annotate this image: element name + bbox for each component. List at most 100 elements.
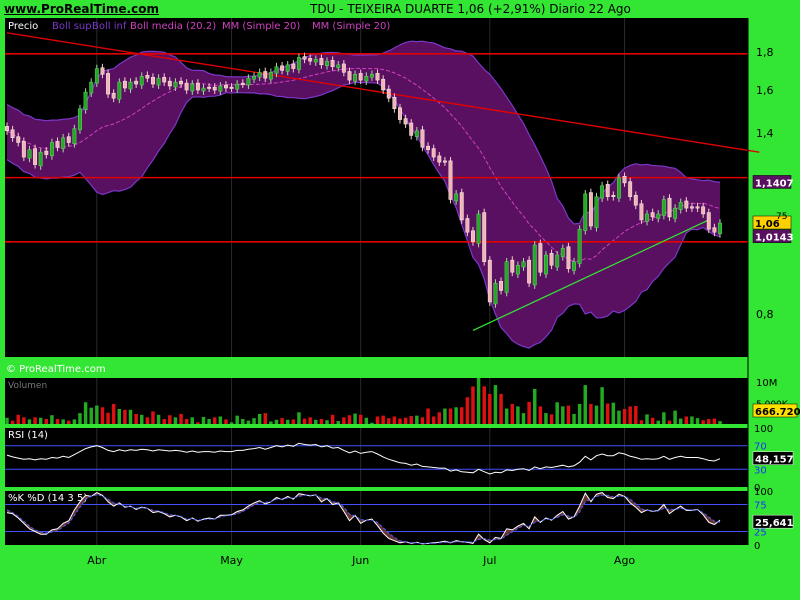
- last-price-suffix: 75: [776, 212, 787, 222]
- volume-bar: [16, 414, 20, 424]
- volume-bar: [162, 418, 166, 424]
- candle-body: [83, 91, 88, 111]
- volume-bar: [690, 416, 694, 424]
- candle-body: [701, 206, 706, 215]
- candle-body: [94, 68, 99, 84]
- rsi-tick-label: 30: [754, 465, 767, 476]
- candle-body: [257, 72, 262, 78]
- x-tick-label: Jun: [351, 554, 369, 567]
- candle-body: [661, 199, 666, 216]
- volume-bar: [583, 385, 588, 424]
- candle-body: [128, 81, 133, 90]
- stoch-tick-label: 75: [754, 501, 767, 512]
- legend-item: Boll inf: [92, 21, 127, 32]
- x-tick-label: Abr: [87, 554, 107, 567]
- candle-body: [572, 261, 576, 271]
- candle-body: [212, 86, 217, 91]
- volume-bar: [650, 417, 655, 424]
- volume-bar: [364, 417, 369, 424]
- candle-body: [72, 128, 77, 144]
- volume-bar: [207, 418, 211, 424]
- volume-bar: [72, 419, 77, 424]
- candle-body: [218, 85, 223, 92]
- volume-bar: [454, 407, 458, 424]
- volume-bar: [241, 418, 245, 424]
- candle-body: [33, 148, 38, 165]
- volume-bar: [577, 403, 582, 424]
- volume-bar: [123, 409, 127, 424]
- rsi-tick-label: 70: [754, 442, 767, 453]
- candle-body: [44, 150, 49, 155]
- volume-bar: [673, 410, 677, 424]
- candle-body: [134, 80, 139, 85]
- candle-body: [139, 76, 144, 86]
- lower-band-label: 1,0143: [755, 233, 794, 244]
- candle-body: [280, 65, 285, 71]
- volume-bar: [420, 417, 425, 424]
- x-tick-label: Jul: [482, 554, 496, 567]
- legend-item: MM (Simple 20): [222, 21, 300, 32]
- candle-body: [414, 130, 419, 137]
- volume-bar: [561, 406, 565, 424]
- candle-body: [645, 213, 649, 222]
- candle-body: [27, 149, 32, 159]
- volume-bar: [106, 412, 110, 424]
- volume-bar: [662, 412, 666, 424]
- candle-body: [611, 195, 616, 197]
- volume-bar: [274, 419, 279, 424]
- volume-bar: [594, 405, 599, 424]
- candle-body: [667, 197, 672, 218]
- volume-bar: [617, 410, 621, 424]
- candle-body: [10, 129, 15, 139]
- volume-bar: [353, 413, 357, 424]
- volume-bar: [605, 403, 610, 424]
- rsi-label: 48,157: [755, 455, 794, 466]
- volume-bar: [44, 418, 49, 424]
- volume-bar: [325, 420, 329, 424]
- candle-body: [364, 76, 369, 82]
- volume-bar: [532, 388, 537, 424]
- upper-band-label: 1,1407: [755, 178, 794, 189]
- volume-bar: [22, 417, 26, 424]
- volume-bar: [678, 418, 683, 424]
- volume-bar: [156, 414, 161, 424]
- volume-title: Volumen: [8, 381, 47, 391]
- candle-body: [499, 281, 503, 291]
- candle-body: [628, 181, 633, 197]
- volume-bar: [448, 408, 453, 424]
- candle-body: [179, 80, 183, 85]
- candle-body: [695, 206, 700, 209]
- candle-body: [184, 82, 189, 91]
- volume-bar: [55, 418, 60, 424]
- volume-bar: [392, 416, 397, 424]
- volume-bar: [465, 397, 470, 424]
- candle-body: [369, 74, 374, 78]
- candle-body: [302, 56, 307, 60]
- candle-body: [650, 212, 655, 218]
- volume-bar: [291, 419, 296, 424]
- candle-body: [622, 176, 627, 184]
- candle-body: [555, 254, 560, 268]
- candle-body: [482, 212, 487, 263]
- volume-bar: [611, 402, 616, 424]
- candle-body: [375, 73, 380, 81]
- volume-bar: [600, 387, 604, 424]
- volume-bar: [38, 417, 43, 424]
- volume-bar: [701, 420, 705, 424]
- candle-body: [207, 86, 212, 89]
- volume-bar: [190, 417, 195, 424]
- volume-bar: [319, 418, 324, 424]
- stoch-title: %K %D (14 3 5): [8, 493, 87, 504]
- volume-bar: [117, 408, 122, 424]
- volume-bar: [628, 406, 632, 424]
- legend-item: Precio: [8, 21, 38, 32]
- candle-body: [167, 80, 172, 87]
- volume-label: 666.720: [755, 407, 800, 418]
- price-tick-label: 1,4: [756, 127, 774, 140]
- candle-body: [55, 141, 60, 148]
- candle-body: [678, 202, 683, 210]
- volume-bar: [269, 421, 273, 424]
- volume-bar: [370, 422, 374, 424]
- volume-bar: [718, 421, 722, 424]
- volume-bar: [566, 405, 571, 424]
